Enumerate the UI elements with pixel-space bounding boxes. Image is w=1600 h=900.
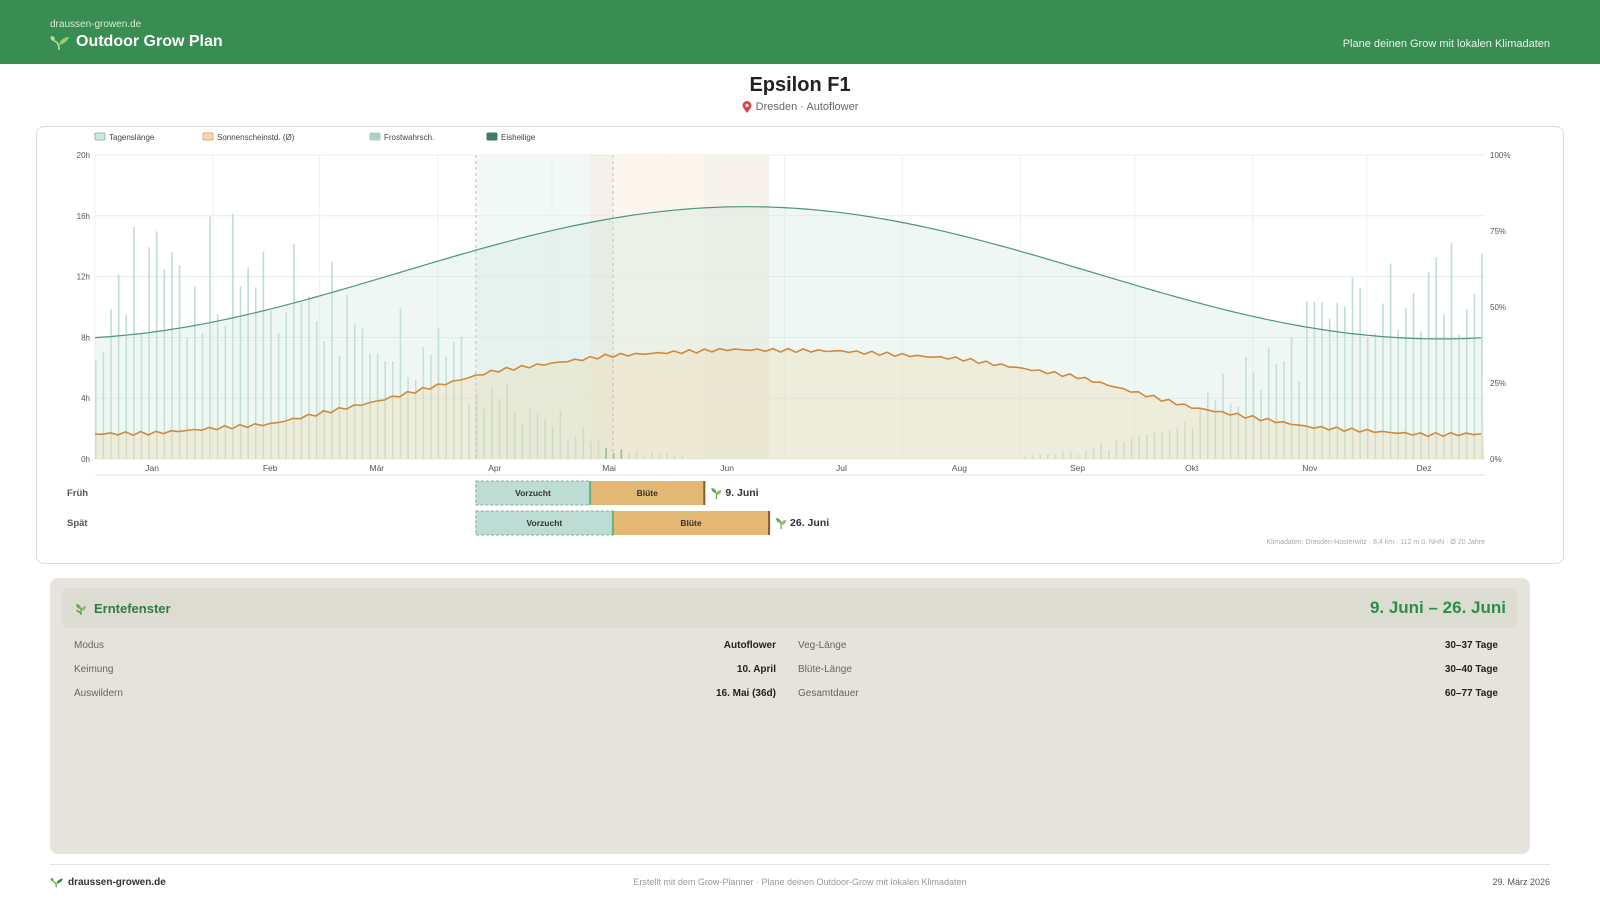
footer-divider [50,864,1550,865]
plan-title-block: Epsilon F1 Dresden · Autoflower [0,74,1600,113]
x-tick-label: Mai [602,463,616,473]
vorzucht-label: Vorzucht [527,518,563,528]
leaf-icon [711,488,722,499]
footer-credit: Erstellt mit dem Grow-Planner · Plane de… [633,877,967,887]
legend-label: Eisheilige [501,133,536,142]
detail-value: 30–40 Tage [1444,664,1498,675]
y-tick-right: 75% [1490,227,1506,236]
y-tick-right: 0% [1490,455,1502,464]
x-tick-label: Mär [369,463,384,473]
y-tick-left: 4h [81,394,90,403]
y-tick-left: 8h [81,333,90,342]
leaf-part [781,520,787,525]
x-tick-label: Apr [488,463,501,473]
legend-swatch [369,132,381,141]
y-tick-right: 100% [1490,151,1510,160]
x-tick-label: Jul [836,463,847,473]
x-tick-label: Jun [720,463,734,473]
detail-key: Modus [74,640,105,651]
legend-swatch [486,132,498,141]
harvest-label-text: Erntefenster [94,601,171,616]
y-tick-left: 12h [77,273,90,282]
schedule-row-label: Spät [67,518,88,529]
site-name[interactable]: draussen-growen.de [50,19,141,30]
location-and-mode: Dresden · Autoflower [755,101,859,113]
leaf-icon [776,518,787,529]
detail-key: Blüte-Länge [798,664,852,675]
legend-swatch [202,132,214,141]
app-header: draussen-growen.de Outdoor Grow Plan Pla… [0,0,1600,64]
detail-row-flower-length: Blüte-Länge 30–40 Tage [798,664,1498,678]
harvest-date-label: 26. Juni [790,517,829,529]
x-tick-label: Nov [1302,463,1318,473]
leaf-part [711,488,717,493]
harvest-header: Erntefenster 9. Juni – 26. Juni [62,588,1518,628]
harvest-date-label: 9. Juni [725,487,758,499]
schedule-row-label: Früh [67,488,88,499]
detail-row-germination: Keimung 10. April [74,664,776,678]
plan-subtitle: Dresden · Autoflower [0,101,1600,113]
climate-chart[interactable]: Tagenslänge Sonnenscheinstd. (Ø) Frostwahr… [37,127,1565,565]
legend-label: Frostwahrsch. [384,133,434,142]
harvest-range: 9. Juni – 26. Juni [1369,598,1506,617]
detail-key: Gesamtdauer [798,688,859,699]
detail-value: 16. Mai (36d) [715,688,776,699]
harvest-window-panel: Erntefenster 9. Juni – 26. Juni Modus Au… [50,578,1530,854]
detail-value: 30–37 Tage [1444,640,1498,651]
brand-title: Outdoor Grow Plan [76,33,223,50]
tagline: Plane deinen Grow mit lokalen Klimadaten [1342,38,1550,50]
climate-attribution: Klimadaten: Dresden-Hosterwitz · 8,4 km … [1266,539,1485,546]
vorzucht-label: Vorzucht [515,488,551,498]
page-title: Epsilon F1 [749,74,851,96]
x-tick-label: Okt [1185,463,1199,473]
legend-label: Tagenslänge [109,133,155,142]
detail-row-mode: Modus Autoflower [74,640,776,654]
y-tick-left: 16h [77,212,90,221]
x-tick-label: Sep [1070,463,1085,473]
detail-row-veg-length: Veg-Länge 30–37 Tage [798,640,1498,654]
leaf-icon [76,603,86,615]
x-tick-label: Aug [952,463,967,473]
detail-row-transplant: Auswildern 16. Mai (36d) [74,688,776,702]
detail-key: Auswildern [74,688,123,699]
harvest-label: Erntefenster [74,601,171,616]
detail-key: Veg-Länge [798,640,847,651]
y-tick-right: 50% [1490,303,1506,312]
footer-date: 29. März 2026 [1492,877,1550,887]
leaf-part [776,518,782,523]
detail-key: Keimung [74,664,114,675]
legend-swatch [94,132,106,141]
y-tick-left: 20h [77,151,90,160]
bluete-label: Blüte [680,518,702,528]
x-tick-label: Feb [263,463,278,473]
leaf-part [716,490,722,495]
x-tick-label: Dez [1417,463,1432,473]
brand[interactable]: Outdoor Grow Plan [50,33,223,51]
detail-value: 10. April [736,664,776,675]
legend-label: Sonnenscheinstd. (Ø) [217,133,295,142]
bluete-label: Blüte [637,488,659,498]
page-footer: draussen-growen.de Erstellt mit dem Grow… [0,876,1600,896]
x-tick-label: Jan [145,463,159,473]
sprout-icon [50,36,69,51]
y-tick-left: 0h [81,455,90,464]
location-pin-icon [742,101,752,113]
detail-value: Autoflower [723,640,776,651]
y-tick-right: 25% [1490,379,1506,388]
grow-chart-card: Tagenslänge Sonnenscheinstd. (Ø) Frostwahr… [36,126,1564,564]
detail-value: 60–77 Tage [1444,688,1498,699]
detail-row-total: Gesamtdauer 60–77 Tage [798,688,1498,702]
